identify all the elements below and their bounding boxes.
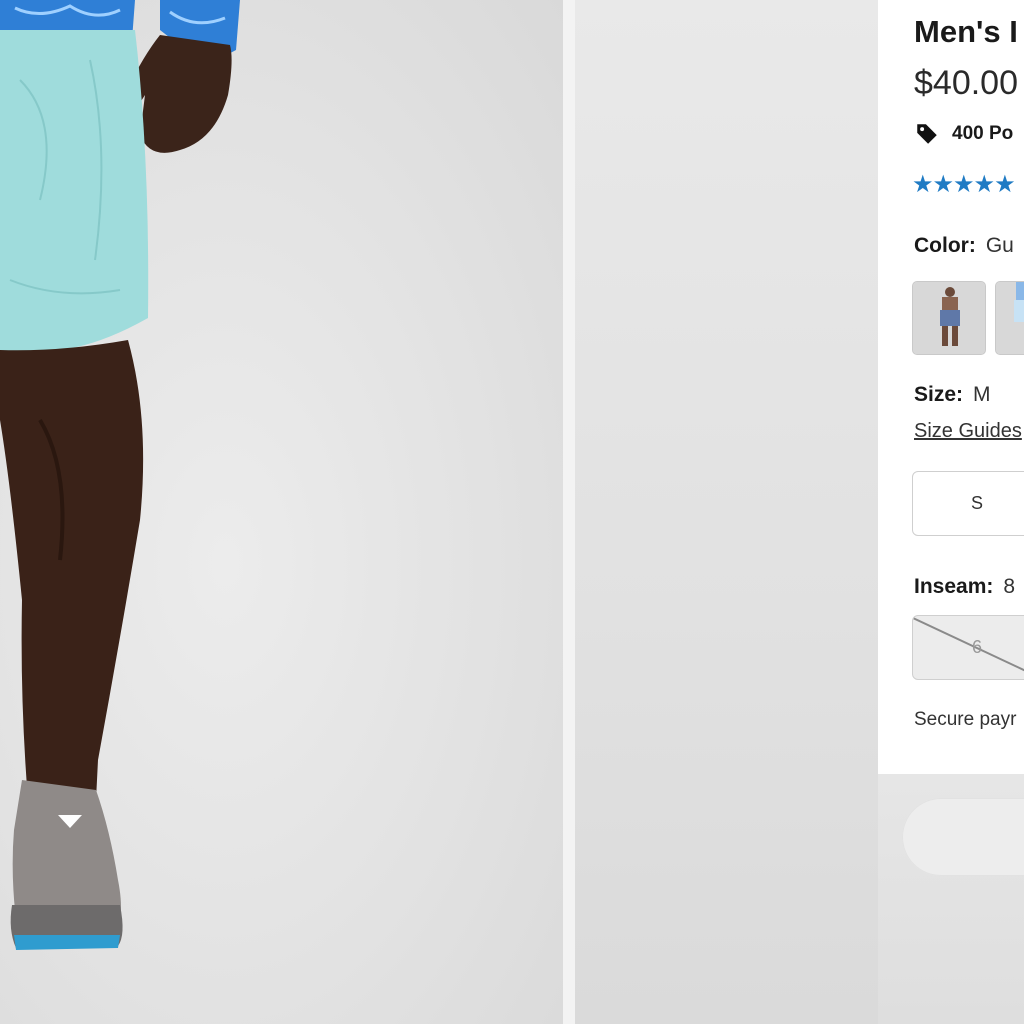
color-row: Color: Gu — [914, 234, 1014, 258]
inseam-option-6[interactable]: 6 — [912, 615, 1024, 680]
product-info-panel: Men's I $40.00 400 Po ★★★★★ Color: Gu Si… — [878, 0, 1024, 774]
size-guide-link[interactable]: Size Guides — [914, 420, 1022, 443]
size-row: Size: M — [914, 383, 991, 407]
color-value: Gu — [985, 234, 1014, 257]
size-label: Size: — [914, 383, 964, 406]
rating-stars[interactable]: ★★★★★ — [912, 170, 1016, 199]
swatch-thumbnail — [913, 282, 985, 354]
product-page: Men's I $40.00 400 Po ★★★★★ Color: Gu Si… — [0, 0, 1024, 1024]
gallery-divider — [563, 0, 575, 1024]
size-value: M — [973, 383, 991, 406]
reward-points: 400 Po — [914, 120, 1013, 148]
color-label: Color: — [914, 234, 976, 257]
secure-payment-text: Secure payr — [914, 709, 1017, 730]
inseam-label: Inseam: — [914, 575, 994, 598]
inseam-option-label: 6 — [971, 637, 982, 657]
inseam-value: 8 — [1003, 575, 1016, 598]
product-price: $40.00 — [914, 64, 1018, 102]
size-option-s[interactable]: S — [912, 471, 1024, 536]
product-title: Men's I — [914, 14, 1018, 49]
points-text: 400 Po — [952, 123, 1014, 144]
inseam-row: Inseam: 8 — [914, 575, 1015, 599]
swatch-thumbnail — [996, 282, 1024, 354]
unavailable-slash — [913, 617, 1024, 672]
color-swatch[interactable] — [995, 281, 1024, 355]
price-tag-icon — [917, 124, 937, 144]
product-image-main[interactable] — [0, 0, 563, 1024]
add-to-cart-button[interactable] — [902, 798, 1024, 876]
color-swatch[interactable] — [912, 281, 986, 355]
model-illustration — [0, 0, 240, 950]
